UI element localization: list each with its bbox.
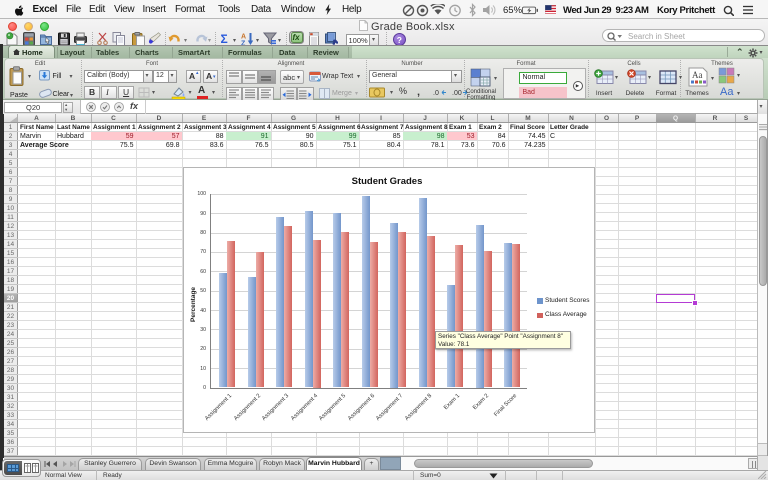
svg-text:Aa: Aa bbox=[692, 70, 703, 80]
svg-text:.00: .00 bbox=[452, 90, 462, 97]
svg-text:A: A bbox=[241, 34, 246, 41]
svg-text:.0: .0 bbox=[433, 90, 439, 97]
